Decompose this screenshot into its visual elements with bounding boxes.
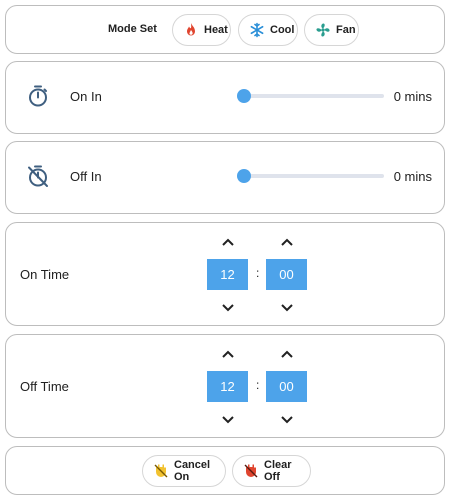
on-time-card: On Time 12 : 00	[5, 222, 445, 326]
fan-button[interactable]: Fan	[304, 14, 359, 46]
on-in-slider-thumb[interactable]	[237, 89, 251, 103]
off-time-card: Off Time 12 : 00	[5, 334, 445, 438]
off-time-minute-down-chevron-icon[interactable]	[279, 414, 295, 426]
off-in-slider-track	[244, 174, 384, 178]
on-time-label: On Time	[20, 267, 70, 282]
clear-off-button[interactable]: Clear Off	[232, 455, 311, 487]
off-time-hour-up-chevron-icon[interactable]	[220, 348, 236, 360]
cancel-on-icon	[153, 463, 169, 479]
timer-icon	[26, 84, 50, 108]
fan-label: Fan	[336, 24, 356, 36]
off-in-label: Off In	[70, 169, 102, 184]
on-time-minute-up-chevron-icon[interactable]	[279, 236, 295, 248]
off-in-value: 0 mins	[393, 169, 432, 184]
mode-set-label: Mode Set	[108, 23, 157, 35]
off-time-separator: :	[256, 378, 260, 392]
off-time-minute-field[interactable]: 00	[266, 371, 307, 402]
on-in-slider[interactable]	[237, 89, 384, 103]
on-in-label: On In	[70, 89, 102, 104]
cool-label: Cool	[270, 24, 295, 36]
actions-card: Cancel On Clear Off	[5, 446, 445, 495]
off-time-hour-down-chevron-icon[interactable]	[220, 414, 236, 426]
off-in-card: Off In 0 mins	[5, 141, 445, 214]
off-time-minute-up-chevron-icon[interactable]	[279, 348, 295, 360]
cancel-on-button[interactable]: Cancel On	[142, 455, 226, 487]
on-time-hour-down-chevron-icon[interactable]	[220, 302, 236, 314]
on-in-value: 0 mins	[393, 89, 432, 104]
off-time-hour-field[interactable]: 12	[207, 371, 248, 402]
off-in-slider-thumb[interactable]	[237, 169, 251, 183]
on-time-separator: :	[256, 266, 260, 280]
on-time-minute-field[interactable]: 00	[266, 259, 307, 290]
on-time-hour-up-chevron-icon[interactable]	[220, 236, 236, 248]
off-time-label: Off Time	[20, 379, 69, 394]
timer-off-icon	[26, 164, 50, 188]
mode-card: Mode Set Heat Cool Fan	[5, 5, 445, 54]
on-in-slider-track	[244, 94, 384, 98]
on-time-minute-down-chevron-icon[interactable]	[279, 302, 295, 314]
heat-label: Heat	[204, 24, 228, 36]
on-time-hour-field[interactable]: 12	[207, 259, 248, 290]
on-in-card: On In 0 mins	[5, 61, 445, 134]
heat-button[interactable]: Heat	[172, 14, 231, 46]
cancel-on-label: Cancel On	[174, 459, 211, 483]
fan-icon	[315, 22, 331, 38]
cool-button[interactable]: Cool	[238, 14, 298, 46]
clear-off-label: Clear Off	[264, 459, 292, 483]
fire-icon	[183, 22, 199, 38]
snowflake-icon	[249, 22, 265, 38]
clear-off-icon	[243, 463, 259, 479]
off-in-slider[interactable]	[237, 169, 384, 183]
